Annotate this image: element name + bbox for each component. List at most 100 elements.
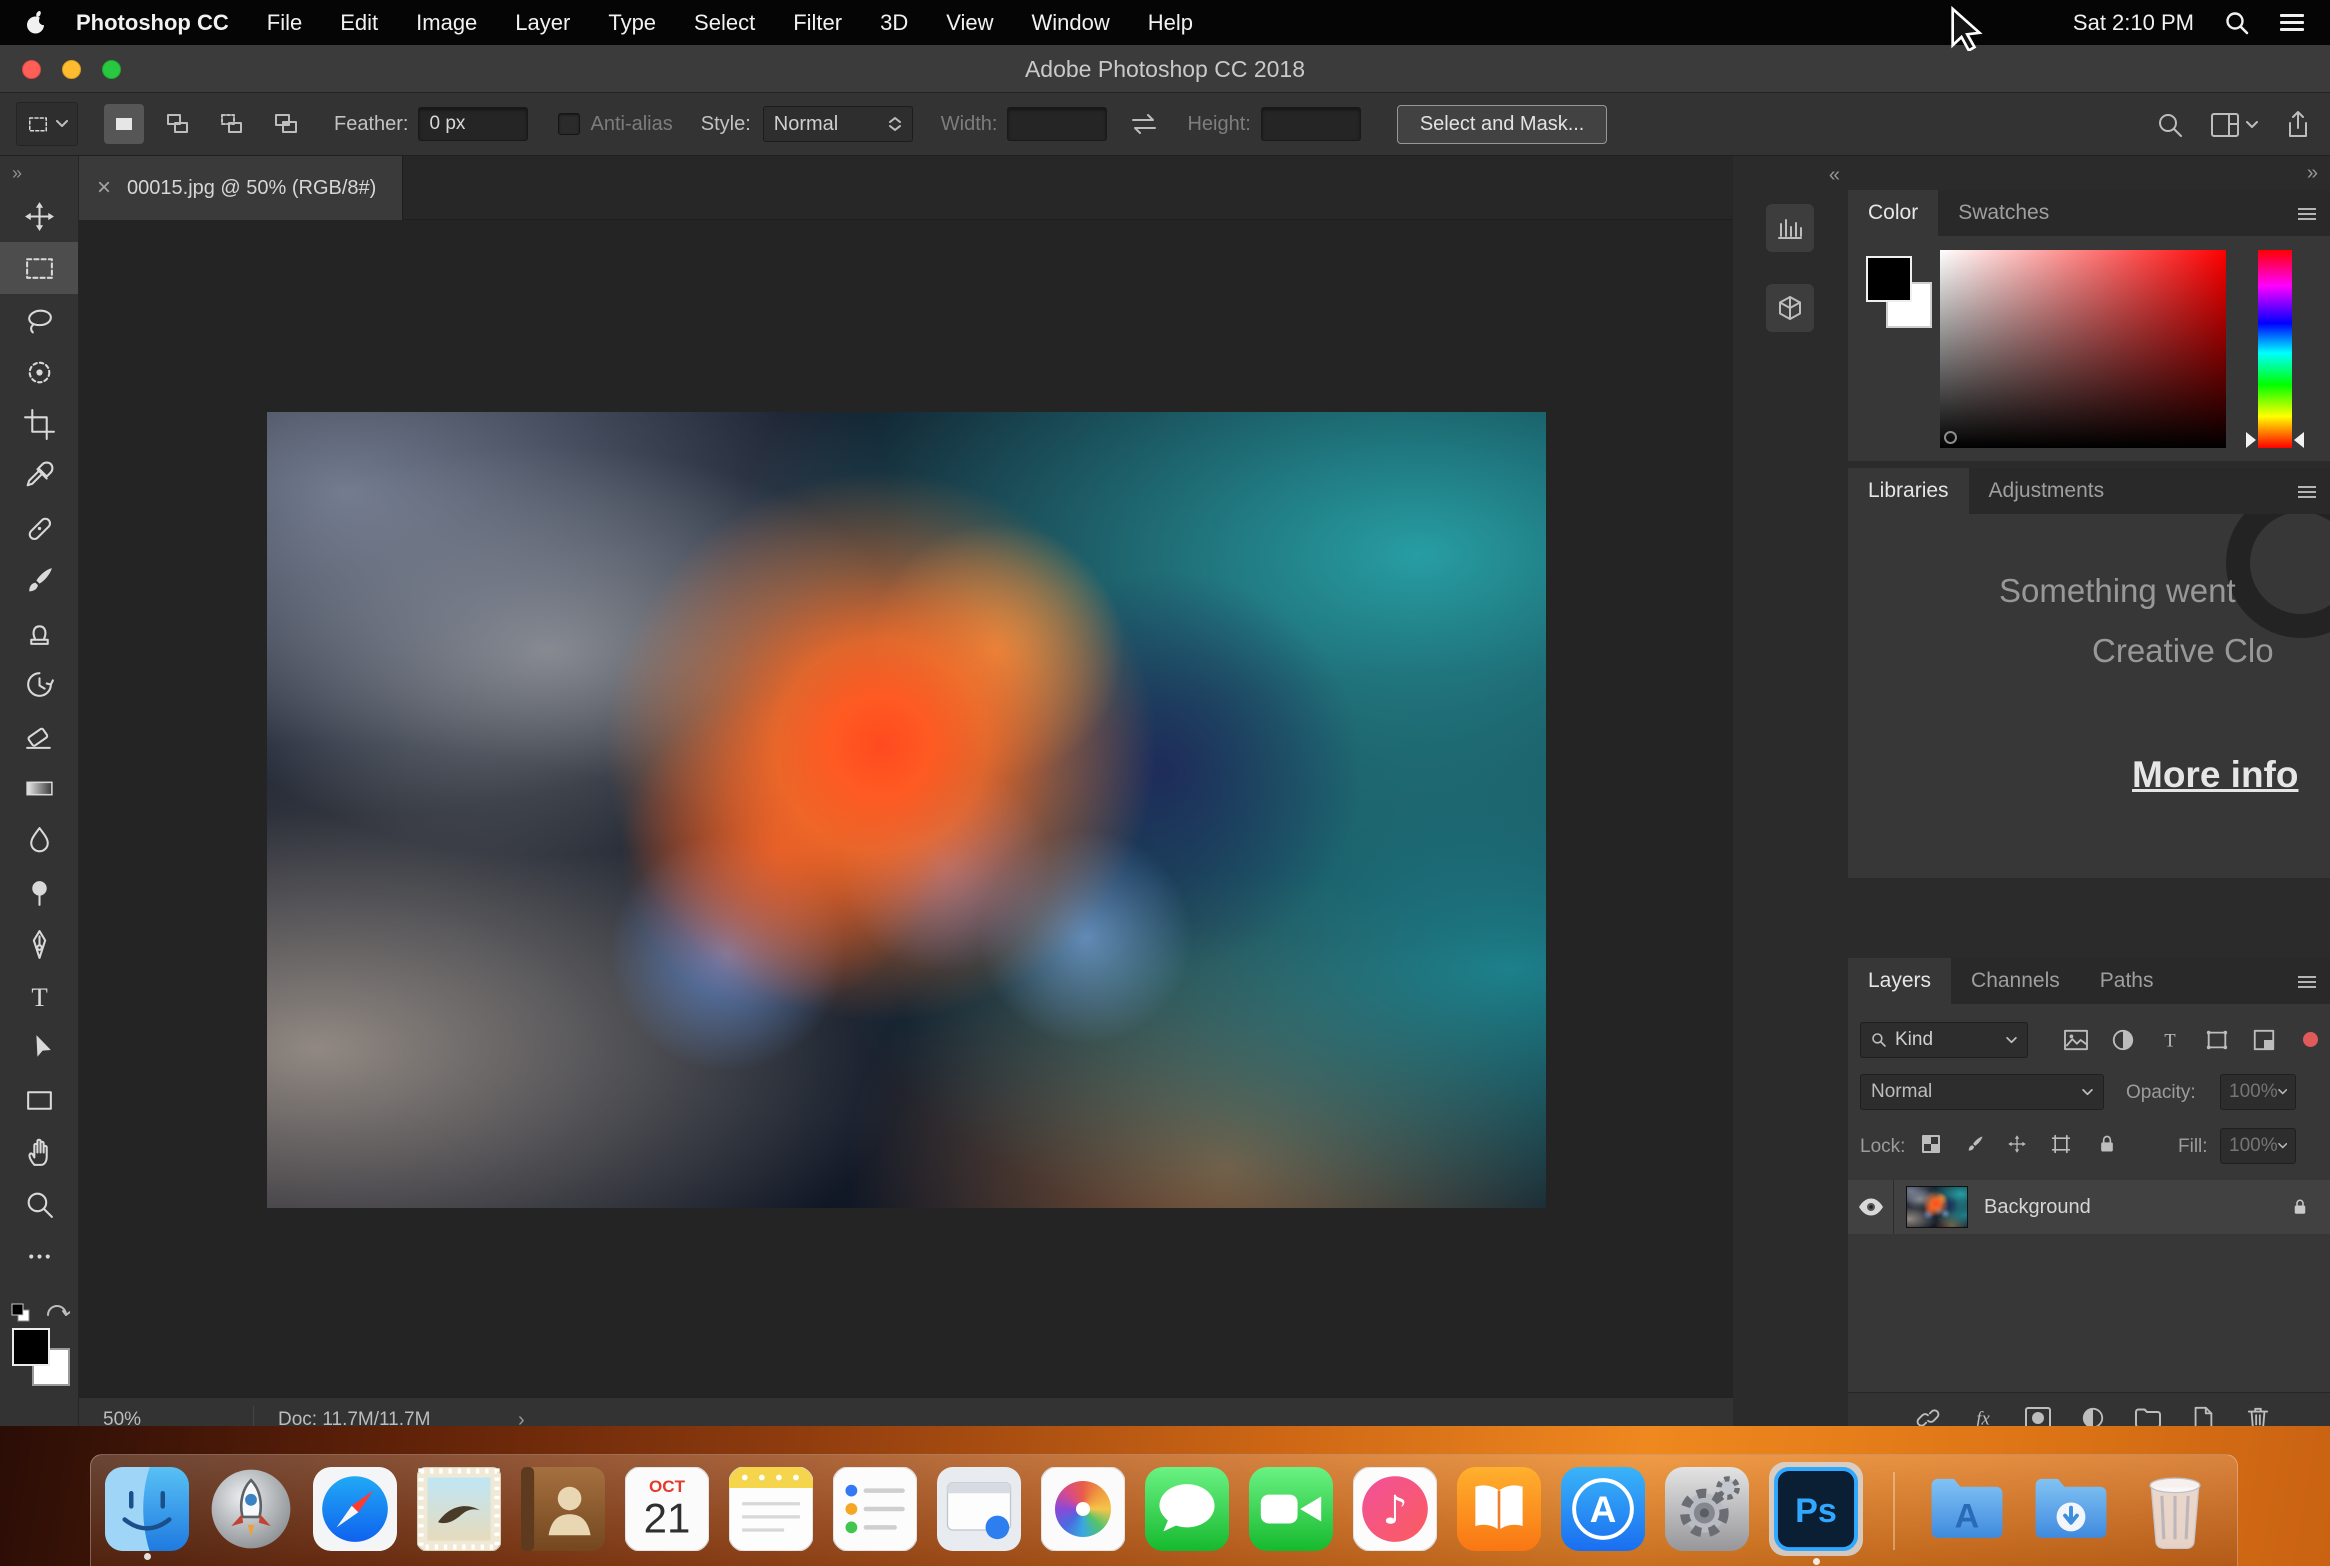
height-input[interactable] — [1260, 107, 1361, 141]
search-icon[interactable] — [2156, 111, 2184, 139]
spotlight-search-icon[interactable] — [2224, 10, 2250, 36]
lock-transparency-button[interactable] — [1918, 1131, 1944, 1157]
dock-item-system-preferences[interactable] — [1665, 1466, 1749, 1551]
dock-item-downloads-folder[interactable] — [2029, 1467, 2113, 1551]
antialias-checkbox[interactable] — [558, 113, 581, 135]
lock-artboard-button[interactable] — [2048, 1131, 2074, 1157]
notification-center-icon[interactable] — [2280, 10, 2304, 35]
tool-quick-selection[interactable] — [0, 346, 78, 398]
dock-item-itunes[interactable]: ♪ — [1353, 1466, 1437, 1551]
tab-libraries[interactable]: Libraries — [1848, 468, 1969, 514]
swap-dimensions-icon[interactable] — [1129, 113, 1159, 135]
document-tab[interactable]: × 00015.jpg @ 50% (RGB/8#) — [79, 156, 404, 220]
toolbar-collapse-icon[interactable]: » — [0, 156, 78, 190]
tool-rectangular-marquee[interactable] — [0, 242, 78, 294]
tool-hand[interactable] — [0, 1126, 78, 1178]
tool-move[interactable] — [0, 190, 78, 242]
tool-gradient[interactable] — [0, 762, 78, 814]
subtract-from-selection-button[interactable] — [212, 104, 252, 144]
tool-type[interactable]: T — [0, 970, 78, 1022]
lock-all-button[interactable] — [2094, 1131, 2120, 1157]
expand-panels-icon[interactable]: « — [1829, 164, 1840, 187]
menu-view[interactable]: View — [927, 10, 1012, 36]
dock-item-calendar[interactable]: OCT 21 — [625, 1466, 709, 1551]
dock-item-notes[interactable] — [729, 1466, 813, 1551]
opacity-field[interactable]: 100% — [2220, 1074, 2296, 1110]
tool-edit-toolbar[interactable] — [0, 1230, 78, 1282]
menu-layer[interactable]: Layer — [496, 10, 589, 36]
dock-item-safari[interactable] — [313, 1466, 397, 1551]
add-to-selection-button[interactable] — [158, 104, 198, 144]
tool-preset-picker[interactable] — [16, 102, 78, 146]
dock-item-photos[interactable] — [1041, 1466, 1125, 1551]
new-selection-button[interactable] — [104, 104, 144, 144]
tool-clone-stamp[interactable] — [0, 606, 78, 658]
dock-item-contacts[interactable] — [521, 1466, 605, 1551]
hue-slider-handle-left[interactable] — [2246, 432, 2256, 448]
tool-eraser[interactable] — [0, 710, 78, 762]
tool-zoom[interactable] — [0, 1178, 78, 1230]
tool-crop[interactable] — [0, 398, 78, 450]
tool-rectangle-shape[interactable] — [0, 1074, 78, 1126]
feather-input[interactable] — [418, 107, 529, 141]
tool-eyedropper[interactable] — [0, 450, 78, 502]
menu-filter[interactable]: Filter — [774, 10, 861, 36]
dock-item-trash[interactable] — [2133, 1467, 2217, 1551]
tab-close-icon[interactable]: × — [97, 174, 111, 202]
menu-edit[interactable]: Edit — [321, 10, 397, 36]
share-icon[interactable] — [2284, 110, 2312, 140]
dock-item-facetime[interactable] — [1249, 1466, 1333, 1551]
histogram-panel-button[interactable] — [1766, 204, 1814, 252]
tool-brush[interactable] — [0, 554, 78, 606]
menu-3d[interactable]: 3D — [861, 10, 927, 36]
menu-window[interactable]: Window — [1013, 10, 1129, 36]
menu-app-name[interactable]: Photoshop CC — [64, 10, 248, 36]
menu-help[interactable]: Help — [1129, 10, 1212, 36]
tool-lasso[interactable] — [0, 294, 78, 346]
tab-adjustments[interactable]: Adjustments — [1969, 468, 2125, 514]
tab-paths[interactable]: Paths — [2080, 958, 2174, 1004]
tab-layers[interactable]: Layers — [1848, 958, 1952, 1004]
saturation-brightness-field[interactable] — [1940, 250, 2226, 448]
dock-item-finder[interactable] — [105, 1466, 189, 1560]
lock-pixels-button[interactable] — [1962, 1131, 1988, 1157]
hue-slider-handle-right[interactable] — [2294, 432, 2304, 448]
apple-menu[interactable] — [26, 10, 64, 36]
dock-item-launchpad[interactable] — [209, 1467, 293, 1551]
menubar-clock[interactable]: Sat 2:10 PM — [2073, 10, 2194, 36]
default-colors-icon[interactable] — [10, 1302, 32, 1324]
swap-colors-icon[interactable] — [44, 1302, 70, 1322]
layer-thumbnail[interactable] — [1906, 1186, 1968, 1228]
blend-mode-select[interactable]: Normal — [1860, 1074, 2104, 1110]
libraries-panel-menu-icon[interactable] — [2298, 483, 2316, 501]
tool-history-brush[interactable] — [0, 658, 78, 710]
foreground-color-well[interactable] — [1866, 256, 1912, 302]
dock-item-app-store[interactable]: A — [1561, 1466, 1645, 1551]
tool-pen[interactable] — [0, 918, 78, 970]
width-input[interactable] — [1007, 107, 1108, 141]
tab-color[interactable]: Color — [1848, 190, 1939, 236]
filter-pixel-layers-button[interactable] — [2062, 1026, 2090, 1054]
menu-file[interactable]: File — [248, 10, 321, 36]
dock-item-books[interactable] — [1457, 1466, 1541, 1551]
style-select[interactable]: Normal — [762, 106, 913, 142]
dock-item-reminders[interactable] — [833, 1466, 917, 1551]
layer-filter-kind-select[interactable]: Kind — [1860, 1022, 2028, 1058]
dock-item-app-window[interactable] — [937, 1466, 1021, 1551]
tab-channels[interactable]: Channels — [1951, 958, 2080, 1004]
workspace-switcher[interactable] — [2210, 112, 2258, 138]
dock-item-mail[interactable] — [417, 1466, 501, 1551]
lock-position-button[interactable] — [2004, 1131, 2030, 1157]
tab-swatches[interactable]: Swatches — [1938, 190, 2069, 236]
document-image[interactable] — [267, 412, 1546, 1208]
threed-panel-button[interactable] — [1766, 284, 1814, 332]
tool-spot-healing-brush[interactable] — [0, 502, 78, 554]
filter-adjustment-layers-button[interactable] — [2109, 1026, 2137, 1054]
foreground-color-swatch[interactable] — [12, 1328, 50, 1366]
layer-visibility-toggle[interactable] — [1848, 1180, 1894, 1234]
canvas[interactable] — [79, 220, 1733, 1397]
menu-image[interactable]: Image — [397, 10, 496, 36]
color-panel-menu-icon[interactable] — [2298, 205, 2316, 223]
dock-item-messages[interactable] — [1145, 1466, 1229, 1551]
intersect-selection-button[interactable] — [266, 104, 306, 144]
